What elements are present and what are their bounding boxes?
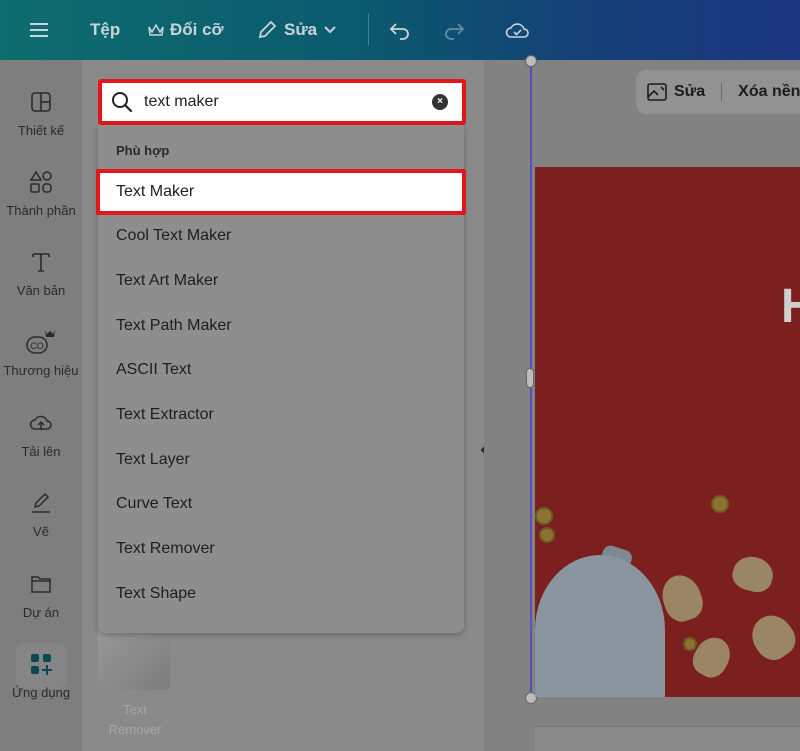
resize-handle-side[interactable]	[526, 368, 534, 388]
sidebar-item-design[interactable]: Thiết kế	[0, 85, 82, 155]
svg-text:CO: CO	[30, 341, 44, 351]
draw-icon	[32, 492, 50, 513]
app-thumbnail-label: Text Remover	[90, 700, 180, 740]
suggestion-item[interactable]: Text Path Maker	[98, 306, 464, 346]
file-menu-label: Tệp	[90, 20, 121, 39]
coin-image	[683, 637, 697, 651]
menu-button[interactable]	[28, 0, 50, 60]
remove-background-button[interactable]: Xóa nền	[738, 83, 800, 101]
sidebar-item-label: Dự án	[22, 605, 60, 620]
undo-button[interactable]	[388, 0, 412, 60]
sidebar-item-text[interactable]: Văn bản	[0, 245, 82, 315]
save-status-button[interactable]	[504, 0, 530, 60]
sidebar-item-label: Thương hiệu	[3, 363, 79, 378]
toolbar-divider	[368, 14, 369, 46]
edit-image-label: Sửa	[674, 83, 706, 100]
sidebar-item-elements[interactable]: Thành phần	[0, 165, 82, 235]
search-icon	[112, 92, 133, 113]
sidebar-item-apps[interactable]: Ứng dụng	[0, 643, 82, 717]
resize-handle-top[interactable]	[525, 55, 537, 67]
chevron-down-icon	[324, 26, 336, 34]
sidebar-item-uploads[interactable]: Tải lên	[0, 406, 82, 476]
toolbar-divider	[721, 83, 723, 101]
pencil-icon	[258, 20, 277, 39]
sidebar-item-label: Ứng dụng	[11, 685, 71, 700]
crown-icon	[148, 23, 164, 36]
sidebar-item-label: Tải lên	[21, 444, 61, 459]
undo-icon	[389, 23, 409, 40]
brand-icon: CO	[26, 330, 55, 354]
design-page[interactable]: H	[535, 167, 800, 697]
file-menu-button[interactable]: Tệp	[90, 0, 120, 60]
sidebar-item-label: Vẽ	[33, 524, 49, 539]
sidebar-item-brand[interactable]: CO Thương hiệu	[0, 325, 82, 395]
edit-mode-label: Sửa	[284, 20, 318, 39]
suggestion-item[interactable]: Text Shape	[98, 574, 464, 614]
coin-image	[711, 495, 729, 513]
design-heading-text: H	[781, 280, 800, 333]
sidebar-item-draw[interactable]: Vẽ	[0, 486, 82, 556]
text-icon	[32, 253, 50, 272]
elements-icon	[29, 170, 52, 193]
redo-button[interactable]	[442, 0, 466, 60]
suggestion-item[interactable]: Curve Text	[98, 484, 464, 524]
suggestions-heading: Phù hợp	[116, 143, 170, 158]
coin-image	[539, 527, 555, 543]
page-controls-bar	[535, 726, 800, 751]
teapot-image	[535, 555, 665, 697]
suggestion-item[interactable]: Text Layer	[98, 440, 464, 480]
search-suggestions-dropdown: Phù hợp Text Maker Cool Text Maker Text …	[96, 125, 466, 633]
redo-icon	[445, 23, 465, 40]
app-thumbnail-label-line: Text	[123, 702, 147, 717]
suggestion-item[interactable]: Cool Text Maker	[98, 216, 464, 256]
edit-image-button[interactable]: Sửa	[646, 82, 705, 102]
sidebar-item-label: Văn bản	[16, 283, 66, 298]
folder-icon	[31, 576, 51, 593]
sidebar-item-label: Thiết kế	[17, 123, 65, 138]
upload-icon	[29, 415, 52, 430]
search-box: ×	[98, 79, 466, 125]
resize-label: Đổi cỡ	[170, 20, 224, 39]
image-toolbar: Sửa Xóa nền	[636, 70, 800, 114]
coin-image	[535, 507, 553, 525]
resize-button[interactable]: Đổi cỡ	[148, 0, 224, 60]
edit-mode-button[interactable]: Sửa	[256, 0, 337, 60]
suggestion-item[interactable]: Text Art Maker	[98, 261, 464, 301]
image-edit-icon	[647, 83, 667, 101]
fortune-cookie-image	[729, 552, 777, 596]
search-input[interactable]	[144, 93, 414, 111]
suggestion-item-highlighted[interactable]: Text Maker	[96, 169, 466, 215]
sidebar-item-projects[interactable]: Dự án	[0, 567, 82, 637]
menu-icon	[30, 23, 48, 37]
suggestion-item[interactable]: Text Extractor	[98, 395, 464, 435]
cloud-icon	[505, 23, 529, 38]
apps-icon	[31, 654, 52, 675]
app-thumbnail-label-line: Remover	[108, 722, 162, 737]
suggestion-item[interactable]: Text Remover	[98, 529, 464, 569]
layout-icon	[31, 92, 51, 112]
suggestion-item[interactable]: ASCII Text	[98, 350, 464, 390]
sidebar-item-label: Thành phần	[6, 203, 76, 218]
clear-search-button[interactable]: ×	[432, 94, 448, 110]
fortune-cookie-image	[743, 607, 800, 667]
top-bar: Tệp Đổi cỡ Sửa	[0, 0, 800, 60]
